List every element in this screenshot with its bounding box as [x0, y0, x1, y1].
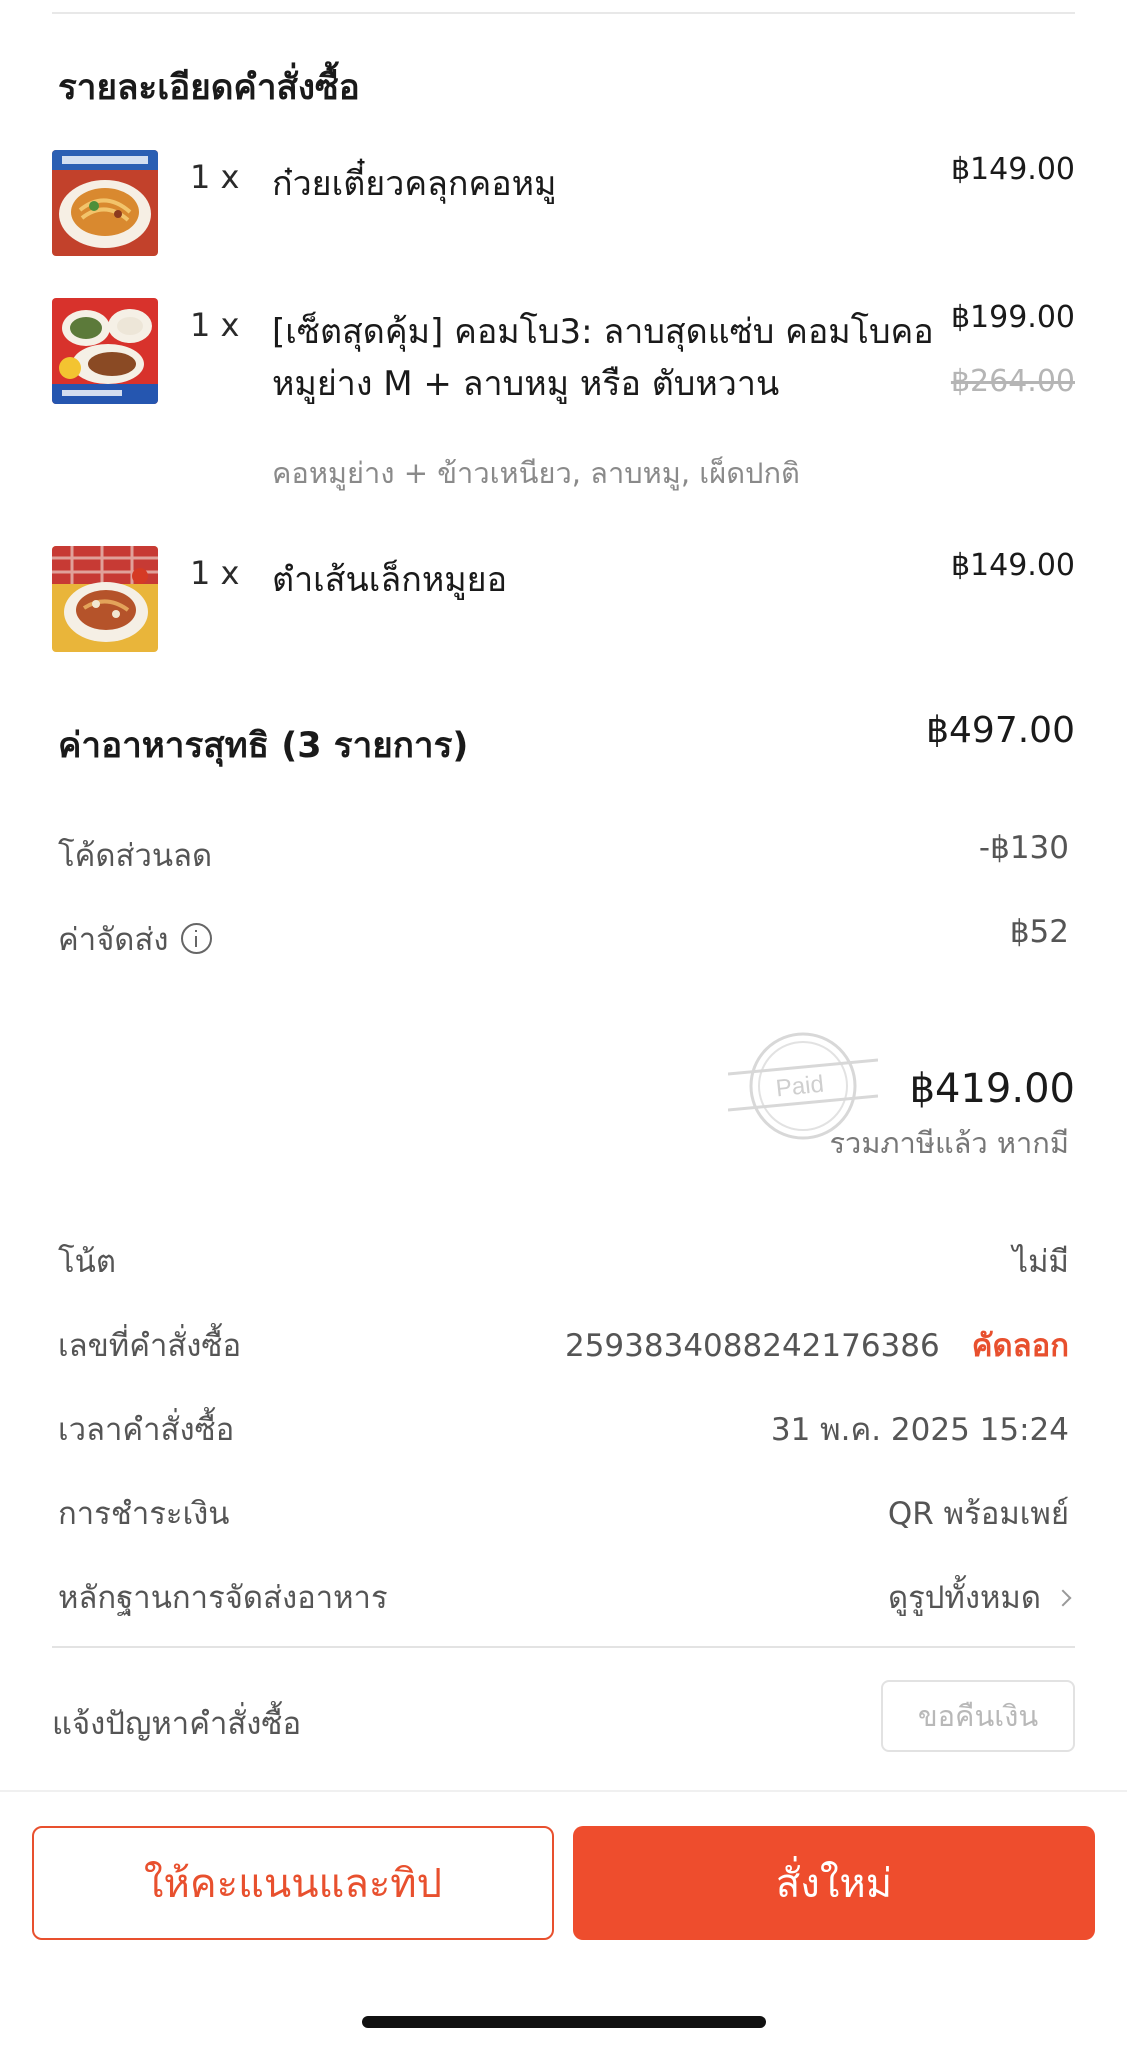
delivery-proof-label: หลักฐานการจัดส่งอาหาร	[58, 1580, 388, 1616]
order-item: 1 x ก๋วยเตี๋ยวคลุกคอหมู ฿149.00	[52, 150, 1075, 260]
delivery-fee-value: ฿52	[1009, 914, 1069, 950]
order-item: 1 x ตำเส้นเล็กหมูยอ ฿149.00	[52, 546, 1075, 656]
note-value: ไม่มี	[1012, 1244, 1069, 1280]
item-quantity: 1 x	[190, 158, 240, 196]
delivery-fee-label: ค่าจัดส่ง	[58, 922, 169, 958]
copy-button[interactable]: คัดลอก	[972, 1328, 1069, 1364]
tax-note: รวมภาษีแล้ว หากมี	[829, 1126, 1069, 1160]
info-icon[interactable]	[180, 923, 212, 954]
order-item: 1 x [เซ็ตสุดคุ้ม] คอมโบ3: ลาบสุดแซ่บ คอม…	[52, 298, 1075, 508]
view-all-photos-link[interactable]: ดูรูปทั้งหมด	[887, 1572, 1072, 1622]
item-name: ก๋วยเตี๋ยวคลุกคอหมู	[272, 164, 557, 204]
rate-and-tip-button[interactable]: ให้คะแนนและทิป	[32, 1826, 554, 1940]
food-thumbnail	[52, 546, 158, 652]
divider	[52, 1646, 1075, 1648]
subtotal-label: ค่าอาหารสุทธิ (3 รายการ)	[58, 726, 469, 766]
chevron-right-icon	[1054, 1589, 1072, 1607]
item-name: ตำเส้นเล็กหมูยอ	[272, 560, 507, 600]
item-name: [เซ็ตสุดคุ้ม] คอมโบ3: ลาบสุดแซ่บ คอมโบคอ…	[272, 312, 934, 404]
item-price: ฿149.00	[950, 548, 1075, 583]
item-price: ฿199.00	[950, 300, 1075, 335]
total-value: ฿419.00	[909, 1066, 1075, 1112]
item-quantity: 1 x	[190, 306, 240, 344]
order-number-label: เลขที่คำสั่งซื้อ	[58, 1328, 242, 1364]
home-indicator[interactable]	[362, 2016, 766, 2028]
top-divider	[52, 12, 1075, 14]
report-problem-label[interactable]: แจ้งปัญหาคำสั่งซื้อ	[52, 1698, 301, 1748]
order-time-value: 31 พ.ค. 2025 15:24	[770, 1412, 1069, 1448]
item-price: ฿149.00	[950, 152, 1075, 187]
item-quantity: 1 x	[190, 554, 240, 592]
paid-stamp-text: Paid	[775, 1071, 826, 1103]
reorder-button[interactable]: สั่งใหม่	[573, 1826, 1095, 1940]
subtotal-value: ฿497.00	[926, 710, 1075, 751]
order-number-row: 2593834088242176386 คัดลอก	[565, 1320, 1069, 1370]
item-options: คอหมูย่าง + ข้าวเหนียว, ลาบหมู, เผ็ดปกติ	[272, 456, 800, 490]
discount-value: -฿130	[978, 830, 1069, 866]
discount-label: โค้ดส่วนลด	[58, 838, 213, 874]
payment-value: QR พร้อมเพย์	[887, 1496, 1069, 1532]
payment-label: การชำระเงิน	[58, 1496, 230, 1532]
item-original-price: ฿264.00	[950, 364, 1075, 399]
bottom-action-bar: ให้คะแนนและทิป สั่งใหม่	[0, 1790, 1127, 1942]
order-time-label: เวลาคำสั่งซื้อ	[58, 1412, 235, 1448]
view-all-photos-label: ดูรูปทั้งหมด	[887, 1580, 1041, 1616]
food-thumbnail	[52, 298, 158, 404]
delivery-fee-row: ค่าจัดส่ง	[58, 914, 212, 964]
order-details-title: รายละเอียดคำสั่งซื้อ	[58, 68, 360, 108]
note-label: โน้ต	[58, 1244, 116, 1280]
order-number-value: 2593834088242176386	[564, 1328, 940, 1364]
food-thumbnail	[52, 150, 158, 256]
refund-button[interactable]: ขอคืนเงิน	[881, 1680, 1075, 1752]
